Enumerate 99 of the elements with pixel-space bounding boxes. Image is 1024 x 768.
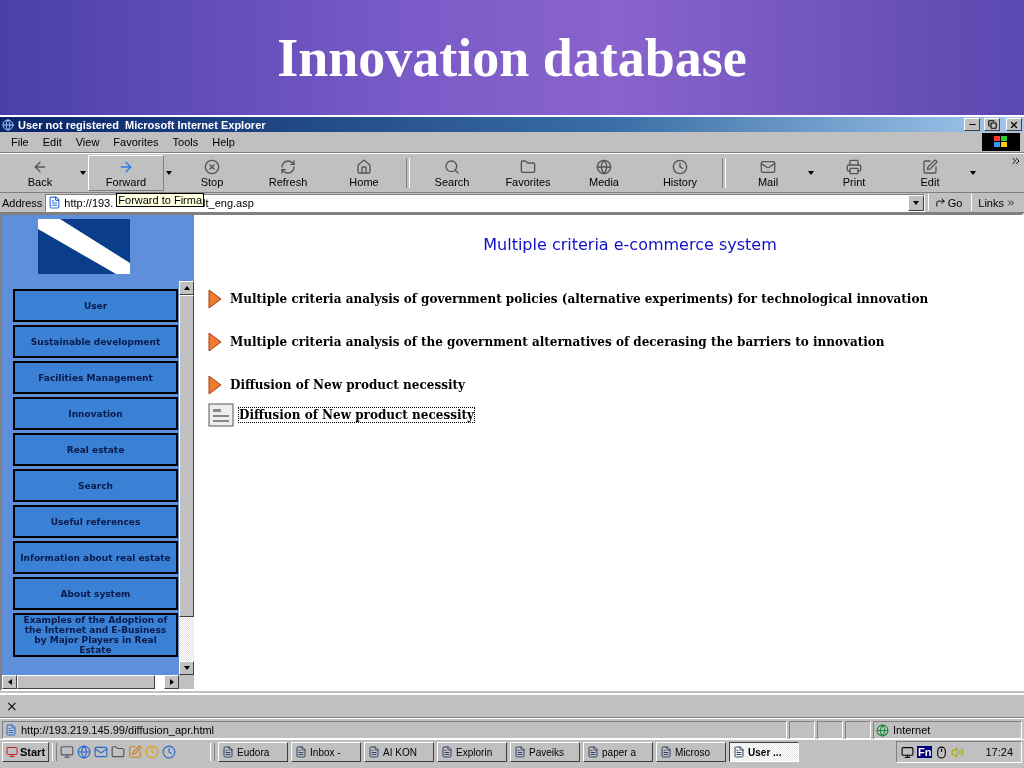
- menu-item[interactable]: View: [68, 136, 107, 148]
- page-heading: Multiple criteria e-commerce system: [482, 235, 777, 254]
- nav-button[interactable]: Facilities Management: [13, 361, 178, 394]
- arrow-icon: [208, 289, 222, 309]
- menu-item[interactable]: Tools: [165, 136, 206, 148]
- go-icon: [934, 197, 946, 208]
- caret-icon[interactable]: [970, 171, 976, 175]
- desktop-icon[interactable]: [60, 745, 75, 759]
- close-icon: [1009, 119, 1019, 130]
- task-button[interactable]: Inbox -: [291, 742, 362, 762]
- document-link[interactable]: Diffusion of New product necessity: [238, 407, 475, 423]
- browser-icon[interactable]: [77, 745, 92, 759]
- mail-icon[interactable]: [94, 745, 109, 759]
- nav-button[interactable]: Real estate: [13, 433, 178, 466]
- flag-icon: [994, 136, 1008, 148]
- nav-button[interactable]: Examples of the Adoption of the Internet and E-Business by Major Players in Real Estate: [13, 613, 178, 657]
- arrow-icon: [208, 375, 222, 395]
- task-button[interactable]: Eudora: [218, 742, 289, 762]
- scrollbar[interactable]: [179, 281, 194, 675]
- task-button[interactable]: paper a: [583, 742, 654, 762]
- caret-icon[interactable]: [808, 171, 814, 175]
- page-icon: [5, 724, 17, 736]
- link-text[interactable]: Multiple criteria analysis of government policies (alternative experiments) for technological innovation: [230, 292, 929, 306]
- address-field[interactable]: http://193. Forward to Firmalt_eng.asp: [45, 193, 925, 212]
- app-icon: [514, 746, 527, 758]
- caret-icon[interactable]: [166, 171, 172, 175]
- printer-icon: [846, 158, 862, 175]
- status-url: http://193.219.145.99/diffusion_apr.html: [21, 724, 215, 736]
- scroll-down-icon: [183, 666, 190, 670]
- nav-button[interactable]: About system: [13, 577, 178, 610]
- arrow-icon: [208, 332, 222, 352]
- nav-button[interactable]: User: [13, 289, 178, 322]
- app-icon: [660, 746, 673, 758]
- keyboard-indicator: Fn: [917, 746, 933, 758]
- task-button[interactable]: Microso: [656, 742, 727, 762]
- monitor-icon: [901, 745, 914, 759]
- close-button[interactable]: ×: [6, 698, 18, 714]
- status-panel: [845, 721, 871, 739]
- address-label: Address: [2, 196, 43, 209]
- app-icon: [222, 746, 235, 758]
- toolbar-button[interactable]: Forward: [88, 155, 164, 191]
- start-icon: [6, 746, 18, 758]
- scroll-up-icon: [183, 286, 190, 290]
- stop-icon: [204, 158, 220, 175]
- slide-title: Innovation database: [277, 26, 747, 89]
- more-icon[interactable]: [1010, 155, 1022, 167]
- nav-button[interactable]: Search: [13, 469, 178, 502]
- mail-icon: [760, 158, 776, 175]
- clock-time: 17:24: [985, 746, 1013, 758]
- browser-icon: [2, 118, 14, 131]
- nav-button[interactable]: Useful references: [13, 505, 178, 538]
- nav-button[interactable]: Sustainable development: [13, 325, 178, 358]
- globe-icon: [596, 158, 612, 175]
- app-icon: [733, 746, 746, 758]
- start-button[interactable]: Start: [2, 742, 50, 762]
- home-icon: [356, 158, 372, 175]
- document-icon: [208, 403, 234, 427]
- task-button[interactable]: AI KON: [364, 742, 435, 762]
- edit-icon: [922, 158, 938, 175]
- zone-label: Internet: [893, 724, 931, 736]
- restore-icon: [987, 120, 997, 129]
- scrollbar-corner: [179, 675, 194, 689]
- folder-icon[interactable]: [111, 745, 126, 759]
- minimize-button[interactable]: [964, 118, 980, 131]
- folder-icon: [520, 158, 536, 175]
- nav-button[interactable]: Information about real estate: [13, 541, 178, 574]
- clock-icon: [672, 158, 688, 175]
- app-icon: [368, 746, 381, 758]
- link-text[interactable]: Multiple criteria analysis of the government alternatives of decerasing the barriers to innovation: [230, 335, 885, 349]
- clock-icon[interactable]: [162, 745, 177, 759]
- restore-button[interactable]: [984, 118, 1000, 131]
- caret-icon[interactable]: [80, 171, 86, 175]
- app-icon: [295, 746, 308, 758]
- status-panel: [789, 721, 815, 739]
- caret-icon: [912, 200, 919, 205]
- menu-item[interactable]: Favorites: [106, 136, 166, 148]
- nav-button[interactable]: Innovation: [13, 397, 178, 430]
- task-button[interactable]: User ...: [729, 742, 800, 762]
- app-icon: [441, 746, 454, 758]
- link-text[interactable]: Diffusion of New product necessity: [230, 378, 465, 392]
- task-button[interactable]: Explorin: [437, 742, 508, 762]
- menu-item[interactable]: File: [4, 136, 36, 148]
- menu-item[interactable]: Edit: [35, 136, 69, 148]
- search-icon: [444, 158, 460, 175]
- page-icon: [48, 196, 62, 209]
- window-title: User not registered Microsoft Internet Explorer: [18, 118, 267, 131]
- globe-icon: [876, 723, 889, 737]
- close-button[interactable]: [1006, 118, 1022, 131]
- status-panel: [817, 721, 843, 739]
- mouse-icon: [935, 745, 949, 759]
- refresh-icon: [280, 158, 296, 175]
- menu-item[interactable]: Help: [205, 136, 242, 148]
- scroll-right-icon: [169, 679, 174, 685]
- app-icon: [587, 746, 600, 758]
- dropdown-button[interactable]: [907, 194, 924, 211]
- horizontal-scrollbar[interactable]: [2, 675, 194, 689]
- chevrons-icon: [1006, 197, 1016, 208]
- task-button[interactable]: Paveiks: [510, 742, 581, 762]
- scroll-left-icon: [7, 679, 12, 685]
